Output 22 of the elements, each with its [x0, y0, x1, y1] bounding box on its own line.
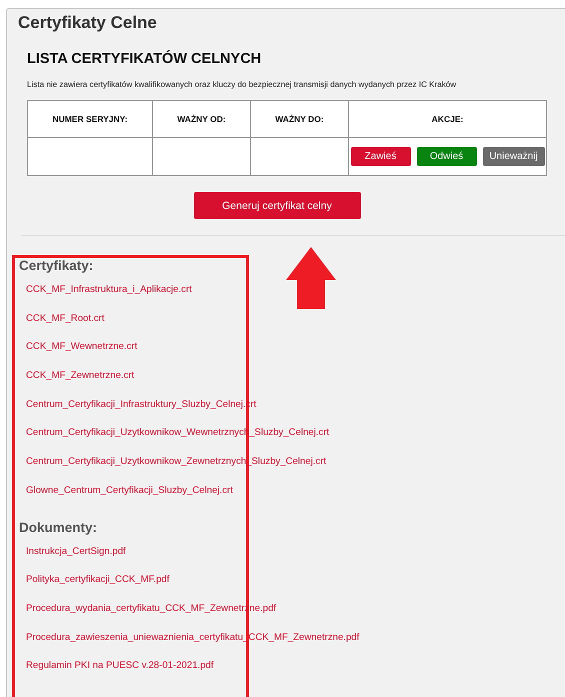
column-header: WAŻNY DO: — [250, 100, 348, 138]
info-text: Lista nie zawiera certyfikatów kwalifikowanych oraz kluczy do bezpiecznej transmisji danych wydanych przez IC Kraków — [27, 79, 458, 91]
section-title: Certyfikaty: — [19, 257, 94, 275]
suspend-button[interactable]: Zawieś — [350, 147, 410, 166]
resume-button[interactable]: Odwieś — [416, 147, 476, 166]
file-link[interactable]: Regulamin PKI na PUESC v.28-01-2021.pdf — [26, 660, 214, 672]
file-link[interactable]: Polityka_certyfikacji_CCK_MF.pdf — [26, 574, 170, 586]
page-title: Certyfikaty Celne — [17, 12, 158, 34]
file-link[interactable]: CCK_MF_Wewnetrzne.crt — [26, 341, 138, 354]
up-arrow-icon — [286, 247, 336, 309]
file-link[interactable]: CCK_MF_Root.crt — [26, 312, 104, 325]
column-header: NUMER SERYJNY: — [28, 100, 152, 138]
file-link[interactable]: Instrukcja_CertSign.pdf — [26, 546, 126, 558]
generate-button[interactable]: Generuj certyfikat celny — [194, 192, 360, 219]
file-link[interactable]: CCK_MF_Zewnetrzne.crt — [26, 370, 134, 382]
file-link[interactable]: CCK_MF_Infrastruktura_i_Aplikacje.crt — [26, 284, 192, 296]
revoke-button[interactable]: Unieważnij — [482, 147, 544, 166]
section-heading: LISTA CERTYFIKATÓW CELNYCH — [27, 49, 262, 69]
section-title: Dokumenty: — [19, 518, 98, 536]
column-header: AKCJE: — [348, 100, 546, 138]
file-link[interactable]: Glowne_Centrum_Certyfikacji_Sluzby_Celnej.crt — [26, 484, 233, 497]
column-header: WAŻNY OD: — [152, 100, 250, 138]
